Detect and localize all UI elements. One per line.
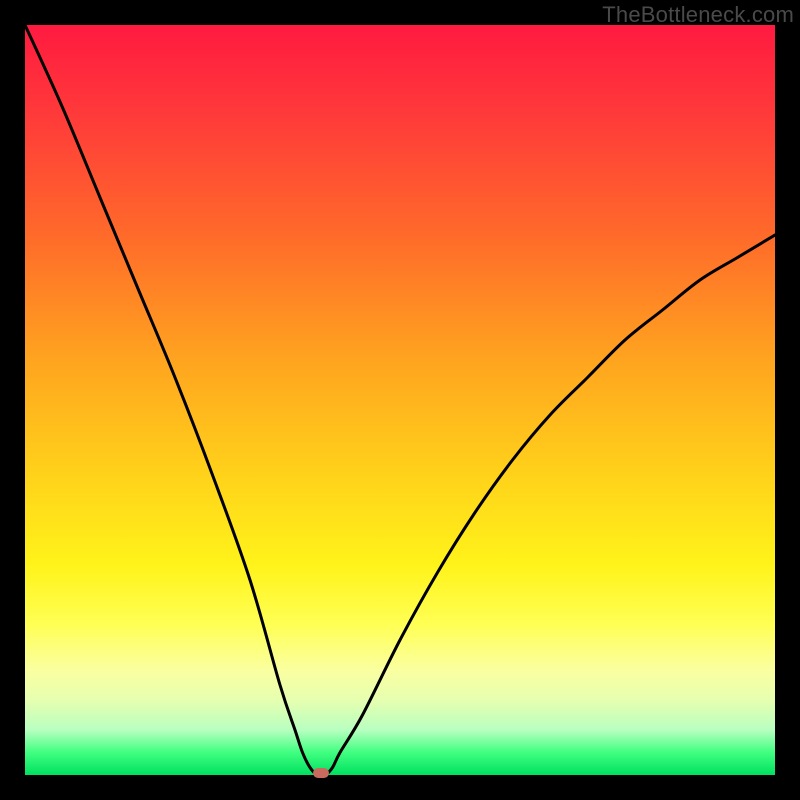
optimal-marker [313,768,329,778]
plot-area [25,25,775,775]
bottleneck-curve [25,25,775,775]
chart-frame: TheBottleneck.com [0,0,800,800]
watermark-text: TheBottleneck.com [602,2,794,28]
